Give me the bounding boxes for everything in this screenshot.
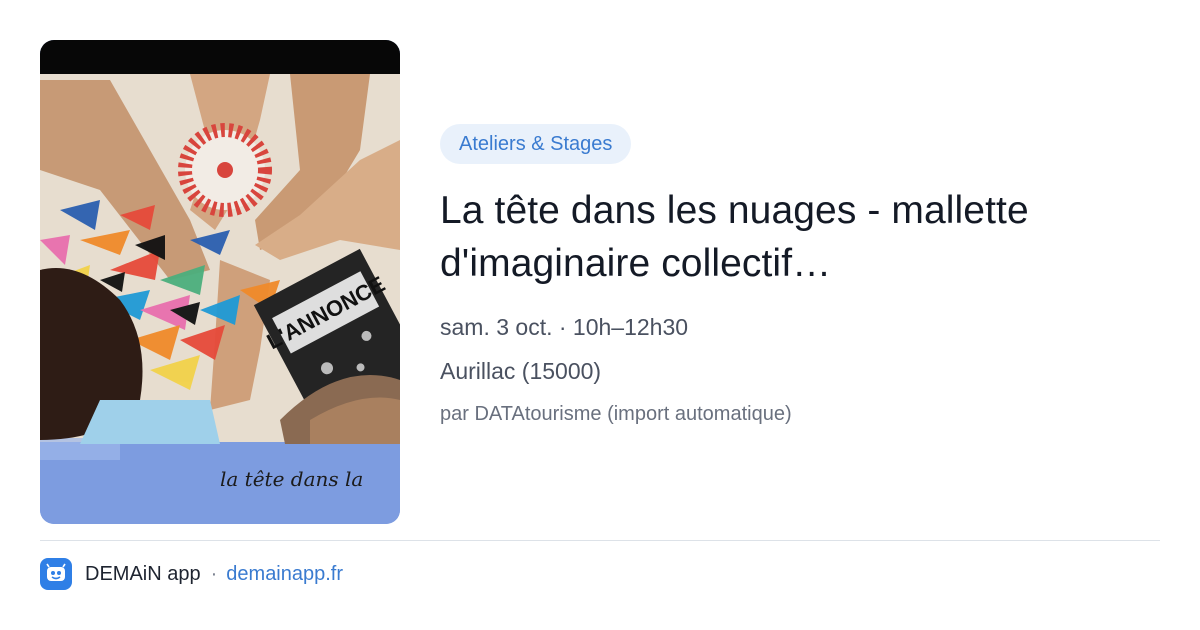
event-photo: L'ANNONCE la tête dans la [40, 40, 400, 524]
category-badge[interactable]: Ateliers & Stages [440, 124, 632, 164]
footer: DEMAiN app · demainapp.fr [40, 558, 343, 590]
site-link[interactable]: demainapp.fr [226, 563, 343, 586]
footer-divider [40, 540, 1160, 541]
demain-app-icon [40, 558, 72, 590]
event-title[interactable]: La tête dans les nuages - mallette d'ima… [440, 184, 1160, 290]
event-source: par DATAtourisme (import automatique) [440, 403, 792, 425]
event-location: Aurillac (15000) [440, 358, 602, 384]
event-thumbnail[interactable]: L'ANNONCE la tête dans la [40, 40, 400, 524]
event-card[interactable]: L'ANNONCE la tête dans la Ateliers & Sta… [0, 0, 1200, 630]
image-caption: la tête dans la [220, 467, 363, 491]
event-datetime: sam. 3 oct. · 10h–12h30 [440, 314, 689, 340]
footer-separator: · [210, 562, 218, 585]
event-info: Ateliers & Stages La tête dans les nuage… [440, 124, 1160, 428]
app-name: DEMAiN app [85, 562, 201, 585]
